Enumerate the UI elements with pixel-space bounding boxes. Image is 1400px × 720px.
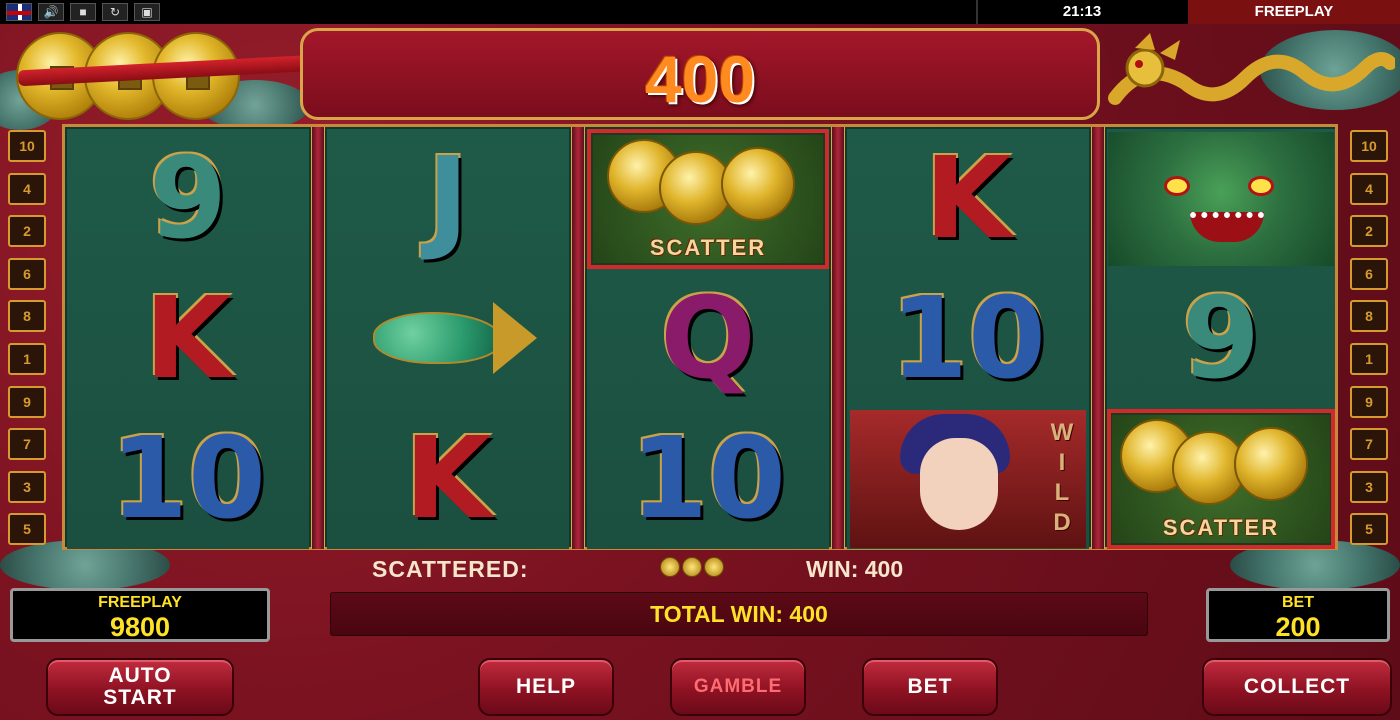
system-bar: 🔊 ■ ↻ ▣ 21:13 FREEPLAY (0, 0, 1400, 24)
payline-marker[interactable]: 4 (1350, 172, 1388, 205)
bet-display: BET 200 (1206, 588, 1390, 642)
payline-marker[interactable]: 4 (8, 172, 46, 205)
freeplay-title: FREEPLAY (98, 594, 182, 611)
uk-flag-icon[interactable] (6, 3, 32, 21)
scattered-label: SCATTERED: (372, 556, 529, 582)
line-win: WIN: 400 (806, 556, 904, 582)
payline-marker[interactable]: 5 (8, 513, 46, 546)
gamble-button[interactable]: GAMBLE (670, 658, 806, 716)
win-header-panel: 400 (300, 28, 1100, 120)
reel-divider (311, 127, 325, 549)
payline-marker[interactable]: 9 (8, 385, 46, 418)
fullscreen-icon[interactable]: ■ (70, 3, 96, 21)
speaker-icon[interactable]: 🔊 (38, 3, 64, 21)
symbol-9: 9 (149, 134, 227, 264)
bet-button[interactable]: BET (862, 658, 998, 716)
bet-value: 200 (1275, 612, 1321, 642)
payline-marker[interactable]: 1 (1350, 342, 1388, 375)
payline-marker[interactable]: 10 (8, 130, 46, 162)
reel-cell: 10 (587, 409, 829, 549)
scatter-symbol: SCATTER (1112, 415, 1330, 543)
refresh-icon[interactable]: ↻ (102, 3, 128, 21)
coin-icon (682, 557, 702, 577)
wild-geisha-symbol: WILD (850, 410, 1086, 548)
total-win-bar: TOTAL WIN: 400 (330, 592, 1148, 636)
reel-5: 9 SCATTER (1107, 129, 1335, 549)
scatter-label: SCATTER (1162, 515, 1280, 540)
reel-divider (831, 127, 845, 549)
reel-cell: 9 (67, 129, 309, 269)
payline-marker[interactable]: 9 (1350, 385, 1388, 418)
payline-marker[interactable]: 1 (8, 342, 46, 375)
payline-marker[interactable]: 2 (1350, 215, 1388, 248)
reel-cell: Q (587, 269, 829, 409)
coin-icon (704, 557, 724, 577)
scatter-symbol: SCATTER (593, 135, 823, 263)
fish-icon (353, 294, 543, 384)
auto-start-line2: START (103, 686, 177, 709)
payline-marker[interactable]: 5 (1350, 513, 1388, 546)
reel-cell: 10 (847, 269, 1089, 409)
reel-2: J K (327, 129, 569, 549)
payline-marker[interactable]: 6 (8, 257, 46, 290)
payline-marker[interactable]: 6 (1350, 257, 1388, 290)
payline-marker[interactable]: 3 (1350, 470, 1388, 503)
coin-icon (660, 557, 680, 577)
auto-start-button[interactable]: AUTO START (46, 658, 234, 716)
symbol-10: 10 (110, 414, 266, 544)
reel-cell: 9 (1107, 269, 1335, 409)
golden-dragon-icon (1108, 33, 1395, 105)
reel-divider (571, 127, 585, 549)
symbol-10: 10 (890, 274, 1046, 404)
slot-game-screen: 🔊 ■ ↻ ▣ 21:13 FREEPLAY 400 10 4 2 6 8 1 … (0, 0, 1400, 720)
auto-start-line1: AUTO (108, 664, 172, 687)
reel-cell: K (847, 129, 1089, 269)
symbol-q: Q (660, 274, 756, 404)
reel-divider (1091, 127, 1105, 549)
reel-4: K 10 WILD (847, 129, 1089, 549)
reel-cell-highlighted: SCATTER (1107, 409, 1335, 549)
payline-marker[interactable]: 3 (8, 470, 46, 503)
scatter-label: SCATTER (649, 235, 767, 260)
wild-label: WILD (1050, 419, 1074, 536)
left-payline-markers: 10 4 2 6 8 1 9 7 3 5 (8, 130, 46, 556)
symbol-j: J (427, 134, 469, 264)
freeplay-credit-display: FREEPLAY 9800 (10, 588, 270, 642)
freeplay-value: 9800 (109, 612, 171, 642)
dragon-icon (1108, 132, 1334, 266)
payline-marker[interactable]: 8 (8, 300, 46, 333)
reel-cell: K (67, 269, 309, 409)
right-payline-markers: 10 4 2 6 8 1 9 7 3 5 (1350, 130, 1388, 556)
symbol-k: K (144, 274, 232, 404)
collect-button[interactable]: COLLECT (1202, 658, 1392, 716)
reel-area: 9 K 10 J K SCATTER Q 10 K 10 W I L D 9 S… (62, 124, 1338, 550)
header-win-amount: 400 (644, 42, 756, 116)
reel-3: SCATTER Q 10 (587, 129, 829, 549)
reel-cell: K (327, 409, 569, 549)
payline-marker[interactable]: 8 (1350, 300, 1388, 333)
payline-marker[interactable]: 10 (1350, 130, 1388, 162)
reel-cell-highlighted: SCATTER (587, 129, 829, 269)
window-icon[interactable]: ▣ (134, 3, 160, 21)
reel-cell (1107, 129, 1335, 269)
scatter-count-icons (660, 557, 740, 581)
freeplay-mode-tab: FREEPLAY (1188, 0, 1400, 24)
symbol-k: K (404, 414, 492, 544)
bet-title: BET (1282, 594, 1314, 611)
reel-1: 9 K 10 (67, 129, 309, 549)
symbol-9: 9 (1182, 274, 1260, 404)
help-button[interactable]: HELP (478, 658, 614, 716)
payline-marker[interactable]: 7 (8, 428, 46, 461)
payline-marker[interactable]: 7 (1350, 428, 1388, 461)
symbol-10: 10 (630, 414, 786, 544)
reel-cell: WILD (847, 409, 1089, 549)
reel-cell: J (327, 129, 569, 269)
symbol-k: K (924, 134, 1012, 264)
payline-marker[interactable]: 2 (8, 215, 46, 248)
clock: 21:13 (976, 0, 1186, 24)
reel-cell (327, 269, 569, 409)
reel-cell: 10 (67, 409, 309, 549)
